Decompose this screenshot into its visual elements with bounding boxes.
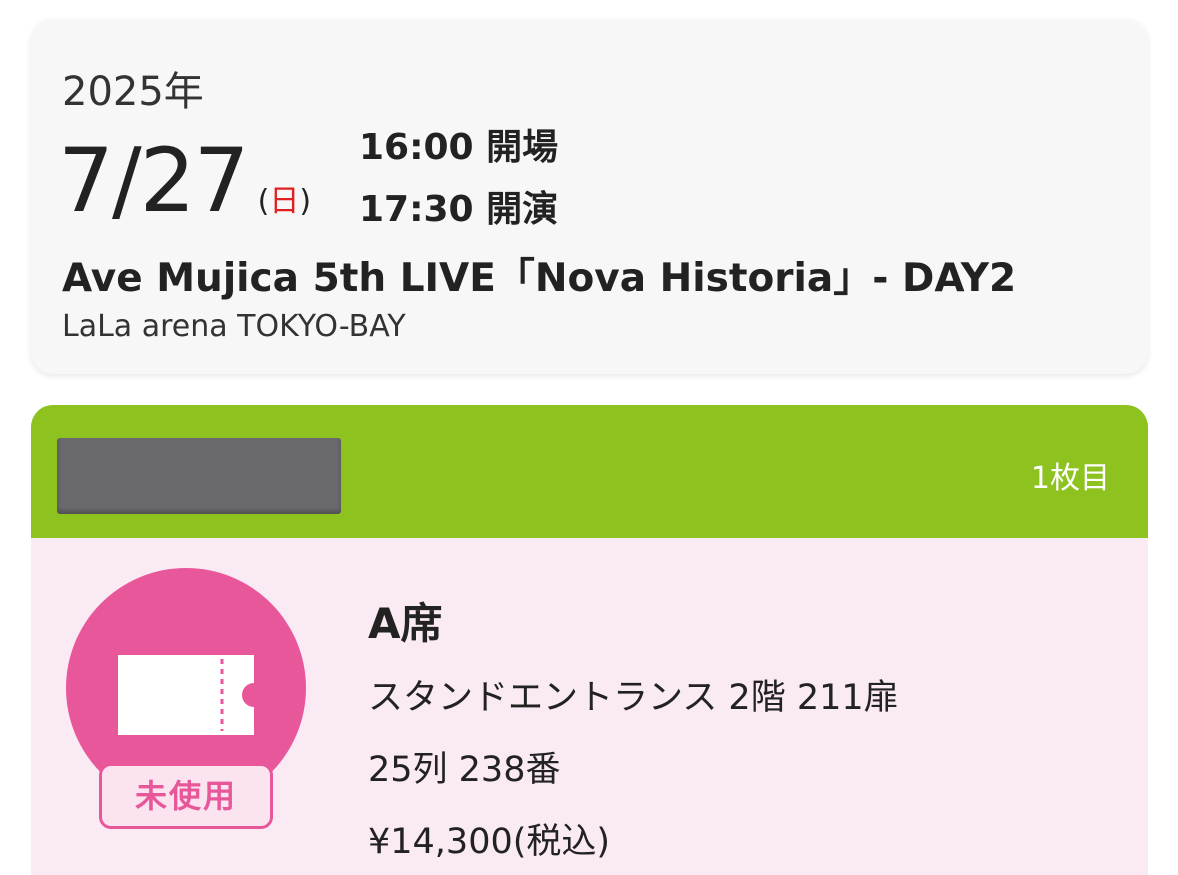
seat-row-number: 25列 238番 [368,750,561,790]
ticket-status-badge: 未使用 [99,763,273,829]
ticket-icon [118,655,254,735]
door-open-time: 16:00 開場 [359,127,559,168]
seat-entrance: スタンドエントランス 2階 211扉 [368,678,899,718]
event-times: 16:00 開場 17:30 開演 [359,117,558,241]
seat-class: A席 [368,599,443,648]
event-title: Ave Mujica 5th LIVE「Nova Historia」- DAY2 [62,256,1017,301]
ticket-price: ¥14,300(税込) [368,822,611,862]
event-date-row: 7/27 (日) [58,137,311,225]
ticket-body: 未使用 A席 スタンドエントランス 2階 211扉 25列 238番 ¥14,3… [31,538,1148,875]
ticket-count: 1枚目 [1030,461,1110,496]
weekday-close-paren: ) [299,184,312,219]
event-year: 2025年 [62,69,204,115]
event-weekday-wrap: (日) [258,176,311,220]
event-venue: LaLa arena TOKYO-BAY [62,309,406,344]
weekday-open-paren: ( [257,184,270,219]
event-info-card: 2025年 7/27 (日) 16:00 開場 17:30 開演 Ave Muj… [31,19,1148,374]
redacted-block [57,438,341,514]
event-date: 7/27 [58,129,250,232]
ticket-card[interactable]: 1枚目 未使用 A席 スタンドエントランス 2階 211扉 25列 238番 ¥… [31,405,1148,875]
show-start-time: 17:30 開演 [359,189,559,230]
seat-info: A席 スタンドエントランス 2階 211扉 25列 238番 ¥14,300(税… [368,590,899,875]
ticket-header: 1枚目 [31,405,1148,538]
event-weekday: 日 [269,184,300,219]
